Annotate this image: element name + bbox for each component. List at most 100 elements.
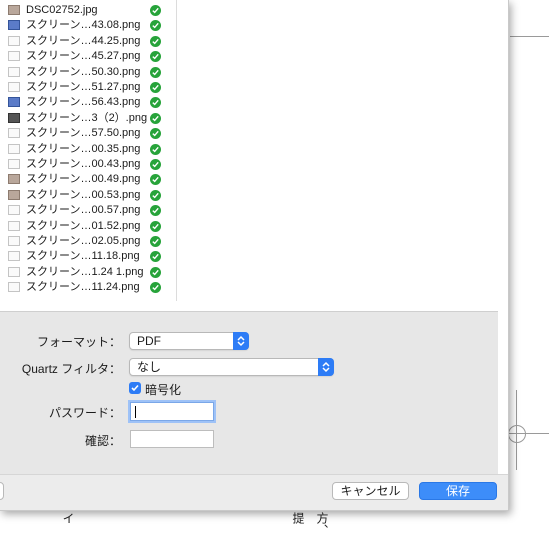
screenshot-icon	[8, 35, 20, 46]
save-sheet: DSC02752.jpg スクリーン…43.08.png スクリーン…44.25.p…	[0, 0, 509, 511]
screenshot-icon	[8, 236, 20, 246]
password-field[interactable]	[130, 402, 214, 421]
screenshot-icon	[8, 189, 20, 200]
file-row[interactable]: スクリーン…57.50.png	[0, 126, 176, 141]
file-row[interactable]: スクリーン…02.05.png	[0, 234, 176, 249]
password-label: パスワード：	[48, 406, 121, 420]
file-row[interactable]: スクリーン…00.57.png	[0, 203, 176, 218]
chevron-updown-icon	[233, 332, 249, 350]
file-name: スクリーン…11.24.png	[26, 281, 140, 294]
file-name: スクリーン…11.18.png	[26, 250, 140, 263]
encrypt-label: 暗号化	[145, 383, 182, 397]
sync-check-icon	[150, 174, 161, 186]
sync-check-icon	[150, 5, 161, 16]
text-caret	[135, 406, 136, 418]
quartz-filter-label: Quartz フィルタ：	[21, 362, 121, 376]
file-row[interactable]: スクリーン…00.35.png	[0, 142, 176, 157]
file-browser: DSC02752.jpg スクリーン…43.08.png スクリーン…44.25.p…	[0, 0, 508, 301]
file-name: スクリーン…51.27.png	[26, 81, 141, 93]
encrypt-checkbox[interactable]	[129, 382, 141, 394]
file-name: スクリーン…1.24 1.png	[26, 265, 144, 278]
file-name: スクリーン…00.35.png	[26, 142, 141, 155]
format-label: フォーマット：	[36, 335, 121, 349]
screenshot-icon	[8, 205, 20, 216]
file-name: スクリーン…02.05.png	[26, 235, 141, 247]
background-text: イ	[61, 512, 75, 524]
file-row[interactable]: スクリーン…1.24 1.png	[0, 265, 176, 280]
file-row[interactable]: スクリーン…00.53.png	[0, 188, 176, 203]
file-row[interactable]: スクリーン…51.27.png	[0, 80, 176, 95]
file-name: スクリーン…43.08.png	[26, 19, 141, 32]
file-name: スクリーン…00.49.png	[26, 173, 141, 186]
file-name: スクリーン…57.50.png	[26, 127, 141, 140]
confirm-field[interactable]	[130, 430, 214, 448]
file-row[interactable]: スクリーン…43.08.png	[0, 18, 176, 33]
file-row[interactable]: DSC02752.jpg	[0, 3, 176, 18]
file-name: スクリーン…56.43.png	[26, 96, 141, 109]
confirm-label: 確認：	[84, 434, 121, 448]
new-folder-button[interactable]	[0, 482, 4, 500]
background-text: 提	[291, 512, 305, 524]
screenshot-icon	[8, 159, 20, 169]
file-name: スクリーン…00.53.png	[26, 188, 141, 201]
file-row[interactable]: スクリーン…00.49.png	[0, 172, 176, 187]
sync-check-icon	[150, 35, 161, 47]
screenshot-icon	[8, 174, 20, 185]
file-row[interactable]: スクリーン…50.30.png	[0, 65, 176, 80]
screenshot-icon	[8, 143, 20, 154]
sync-check-icon	[150, 159, 161, 170]
file-name: スクリーン…50.30.png	[26, 65, 141, 78]
format-popup[interactable]: PDF	[129, 332, 249, 350]
file-row[interactable]: スクリーン…00.43.png	[0, 157, 176, 172]
sync-check-icon	[150, 20, 161, 32]
screenshot-icon	[8, 266, 20, 277]
file-name: スクリーン…44.25.png	[26, 34, 141, 47]
background-rule	[510, 36, 549, 37]
file-row[interactable]: スクリーン…11.18.png	[0, 249, 176, 264]
screenshot-icon	[8, 66, 20, 77]
screenshot-icon	[8, 20, 20, 31]
file-row[interactable]: スクリーン…3（2）.png	[0, 111, 176, 126]
quartz-filter-popup[interactable]: なし	[129, 358, 334, 376]
sync-check-icon	[150, 236, 161, 247]
quartz-filter-value: なし	[137, 360, 162, 374]
sync-check-icon	[150, 266, 161, 278]
photo-icon	[8, 5, 20, 15]
screenshot-icon	[8, 282, 20, 293]
file-name: DSC02752.jpg	[26, 4, 98, 16]
sync-check-icon	[150, 143, 161, 155]
format-value: PDF	[137, 334, 161, 348]
file-row[interactable]: スクリーン…44.25.png	[0, 34, 176, 49]
screenshot-icon	[8, 82, 20, 92]
screenshot-icon	[8, 112, 20, 123]
chevron-updown-icon	[318, 358, 334, 376]
sync-check-icon	[150, 189, 161, 201]
sync-check-icon	[150, 51, 161, 63]
sync-check-icon	[150, 82, 161, 93]
save-button[interactable]: 保存	[419, 482, 497, 500]
sync-check-icon	[150, 205, 161, 217]
background-crosshair-circle	[508, 425, 526, 443]
sync-check-icon	[150, 112, 161, 124]
screenshot-icon	[8, 97, 20, 108]
file-row[interactable]: スクリーン…01.52.png	[0, 219, 176, 234]
file-list[interactable]: DSC02752.jpg スクリーン…43.08.png スクリーン…44.25.p…	[0, 0, 177, 301]
sync-check-icon	[150, 251, 161, 263]
file-name: スクリーン…01.52.png	[26, 219, 141, 232]
sync-check-icon	[150, 220, 161, 232]
screenshot-icon	[8, 128, 20, 139]
screenshot-icon	[8, 251, 20, 262]
file-row[interactable]: スクリーン…45.27.png	[0, 49, 176, 64]
sync-check-icon	[150, 97, 161, 109]
file-name: スクリーン…45.27.png	[26, 50, 141, 63]
cancel-button[interactable]: キャンセル	[332, 482, 409, 500]
sync-check-icon	[150, 282, 161, 294]
screenshot-icon	[8, 51, 20, 62]
file-name: スクリーン…00.43.png	[26, 158, 141, 170]
background-text: 方、	[315, 512, 329, 536]
sync-check-icon	[150, 128, 161, 140]
file-name: スクリーン…3（2）.png	[26, 111, 148, 124]
file-row[interactable]: スクリーン…11.24.png	[0, 280, 176, 295]
file-row[interactable]: スクリーン…56.43.png	[0, 95, 176, 110]
sync-check-icon	[150, 66, 161, 78]
